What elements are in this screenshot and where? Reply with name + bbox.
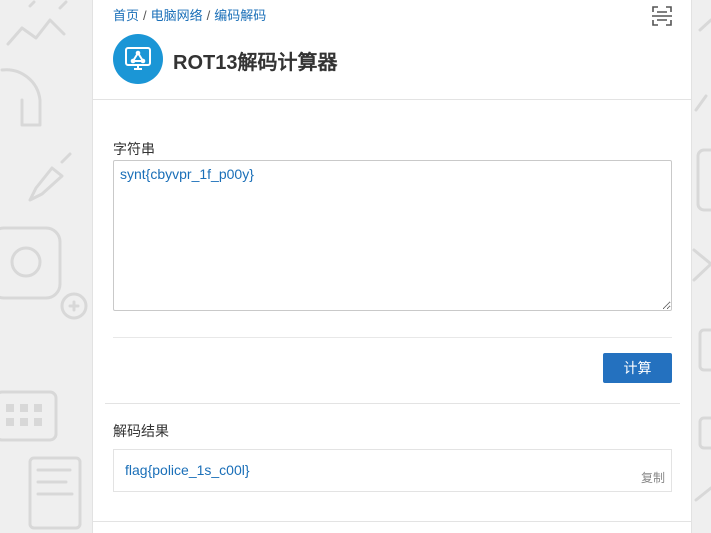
divider xyxy=(93,99,691,100)
breadcrumb-separator: / xyxy=(143,8,147,23)
keyboard-doodle-icon xyxy=(0,390,58,442)
string-input[interactable]: synt{cbyvpr_1f_p00y} xyxy=(113,160,672,311)
breadcrumb-home-link[interactable]: 首页 xyxy=(113,8,139,23)
share-nodes-monitor-icon xyxy=(125,47,151,70)
breadcrumb-computer-network-link[interactable]: 电脑网络 xyxy=(151,8,203,23)
main-card: 首页 / 电脑网络 / 编码解码 ROT13解码计算器 字符串 synt{cby… xyxy=(92,0,692,533)
divider xyxy=(105,403,680,404)
page-title: ROT13解码计算器 xyxy=(173,52,338,74)
input-label: 字符串 xyxy=(113,141,155,157)
divider xyxy=(93,521,691,522)
result-value[interactable]: flag{police_1s_c00l} xyxy=(125,462,250,478)
gamepad-doodle-icon xyxy=(0,226,62,300)
result-box: flag{police_1s_c00l} 复制 xyxy=(113,449,672,492)
pipette-doodle-icon xyxy=(28,166,64,202)
breadcrumb-separator: / xyxy=(206,8,211,23)
app-logo xyxy=(113,34,163,84)
divider xyxy=(113,337,672,338)
line-chart-doodle-icon xyxy=(6,18,66,46)
calculate-button[interactable]: 计算 xyxy=(603,353,672,383)
headphones-doodle-icon xyxy=(0,68,42,127)
result-label: 解码结果 xyxy=(113,423,169,439)
breadcrumb-encoding-link[interactable]: 编码解码 xyxy=(214,8,266,23)
breadcrumb: 首页 / 电脑网络 / 编码解码 xyxy=(113,5,266,24)
copy-button[interactable]: 复制 xyxy=(641,469,665,486)
scan-icon[interactable] xyxy=(651,5,673,27)
